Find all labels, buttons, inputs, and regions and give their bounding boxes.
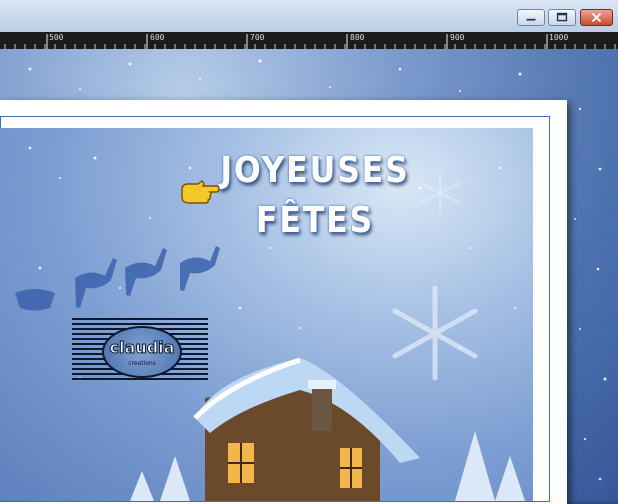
watermark: claudia creations bbox=[72, 318, 208, 382]
greeting-line-1: JOYEUSES bbox=[220, 150, 410, 191]
maximize-button[interactable] bbox=[548, 9, 576, 26]
ruler-ticks bbox=[4, 34, 616, 49]
minimize-button[interactable] bbox=[517, 9, 545, 26]
watermark-name: claudia bbox=[109, 338, 175, 358]
watermark-sub: creations bbox=[128, 360, 156, 367]
ruler-label-800: 800 bbox=[350, 33, 365, 42]
hand-pointer-icon bbox=[181, 180, 220, 204]
greeting-line-2: FÊTES bbox=[255, 200, 375, 241]
ruler-label-1000: 1000 bbox=[549, 33, 569, 42]
close-icon bbox=[591, 12, 602, 23]
close-button[interactable] bbox=[580, 9, 613, 26]
ruler-label-900: 900 bbox=[450, 33, 465, 42]
ruler-label-600: 600 bbox=[150, 33, 165, 42]
minimize-icon bbox=[526, 18, 536, 21]
maximize-icon bbox=[556, 12, 568, 22]
ruler-label-700: 700 bbox=[250, 33, 265, 42]
ruler-label-500: 500 bbox=[49, 33, 64, 42]
horizontal-ruler[interactable]: 500 600 700 800 900 1000 bbox=[0, 32, 618, 49]
window-title-bar bbox=[0, 0, 618, 33]
